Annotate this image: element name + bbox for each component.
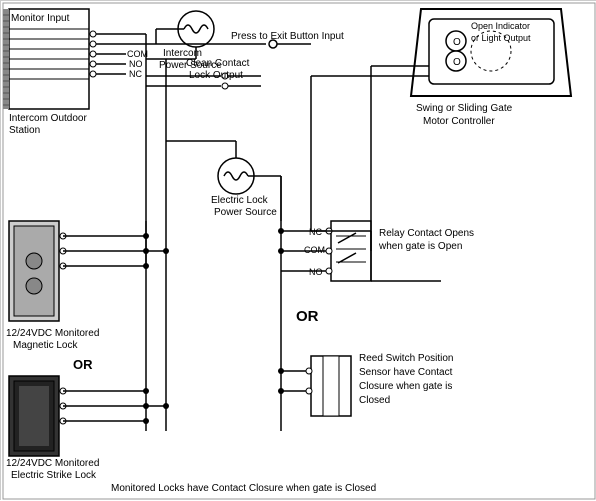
svg-text:12/24VDC Monitored: 12/24VDC Monitored: [6, 458, 99, 469]
svg-text:Press to Exit Button Input: Press to Exit Button Input: [231, 31, 344, 42]
svg-text:Closure when gate is: Closure when gate is: [359, 381, 452, 392]
svg-text:Sensor have Contact: Sensor have Contact: [359, 367, 453, 378]
svg-text:Magnetic Lock: Magnetic Lock: [13, 340, 78, 351]
svg-text:Monitored Locks have Contact C: Monitored Locks have Contact Closure whe…: [111, 483, 376, 494]
svg-text:when gate is Open: when gate is Open: [378, 241, 462, 252]
svg-text:NO: NO: [129, 59, 143, 69]
svg-text:Swing or Sliding Gate: Swing or Sliding Gate: [416, 103, 513, 114]
svg-text:COM: COM: [127, 49, 148, 59]
svg-text:Power Source: Power Source: [214, 207, 277, 218]
svg-text:Motor Controller: Motor Controller: [423, 116, 495, 127]
svg-text:or Light Output: or Light Output: [471, 33, 531, 43]
wiring-diagram: Monitor Input Intercom Outdoor Station I…: [0, 0, 596, 500]
svg-text:Station: Station: [9, 125, 40, 136]
svg-text:Relay Contact Opens: Relay Contact Opens: [379, 228, 474, 239]
svg-text:Monitor Input: Monitor Input: [11, 13, 70, 24]
svg-text:Closed: Closed: [359, 395, 390, 406]
svg-text:Electric Lock: Electric Lock: [211, 195, 269, 206]
svg-text:COM: COM: [304, 245, 325, 255]
svg-text:Lock Output: Lock Output: [189, 70, 243, 81]
svg-text:Open Indicator: Open Indicator: [471, 21, 530, 31]
svg-text:12/24VDC Monitored: 12/24VDC Monitored: [6, 328, 99, 339]
svg-text:NO: NO: [309, 267, 323, 277]
svg-text:O: O: [453, 37, 461, 48]
svg-text:Electric Strike Lock: Electric Strike Lock: [11, 470, 97, 481]
svg-text:OR: OR: [73, 357, 93, 372]
svg-text:Clean Contact: Clean Contact: [186, 58, 250, 69]
svg-text:O: O: [453, 57, 461, 68]
svg-text:OR: OR: [296, 308, 319, 325]
svg-text:NC: NC: [129, 69, 142, 79]
svg-text:Reed Switch Position: Reed Switch Position: [359, 353, 454, 364]
svg-text:Intercom Outdoor: Intercom Outdoor: [9, 113, 87, 124]
